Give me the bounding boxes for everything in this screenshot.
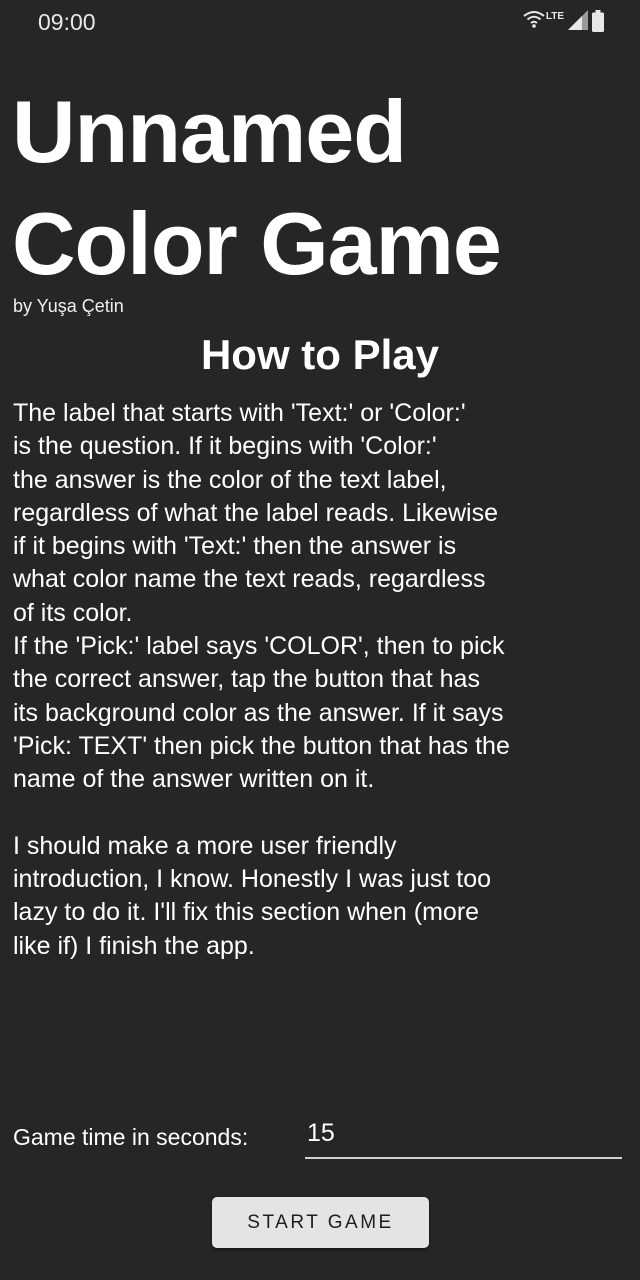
game-time-input[interactable] [305, 1115, 622, 1159]
start-game-button[interactable]: START GAME [212, 1197, 429, 1248]
status-time: 09:00 [38, 9, 96, 35]
how-to-play-heading: How to Play [200, 331, 440, 378]
instruction-line: If the 'Pick:' label says 'COLOR', then … [13, 632, 505, 661]
instruction-line [13, 797, 633, 830]
game-time-label: Game time in seconds: [13, 1124, 249, 1150]
instruction-line: regardless of what the label reads. Like… [13, 498, 498, 527]
instruction-line: lazy to do it. I'll fix this section whe… [13, 898, 480, 927]
instruction-line: I should make a more user friendly [13, 831, 397, 860]
instruction-line: name of the answer written on it. [13, 765, 375, 794]
status-bar: 09:00 LTE [0, 0, 640, 44]
instructions-text: The label that starts with 'Text:' or 'C… [13, 397, 633, 963]
app-title-line-2: Color Game [12, 194, 502, 293]
app-title: Unnamed Color Game [12, 76, 632, 300]
instruction-line: the answer is the color of the text labe… [13, 465, 447, 494]
instruction-line: if it begins with 'Text:' then the answe… [13, 532, 457, 561]
author-byline: by Yuşa Çetin [13, 296, 124, 316]
instruction-line: 'Pick: TEXT' then pick the button that h… [13, 731, 510, 760]
instruction-line: The label that starts with 'Text:' or 'C… [13, 399, 466, 427]
wifi-icon [523, 10, 545, 32]
instruction-line: is the question. If it begins with 'Colo… [13, 432, 437, 461]
instruction-line: like if) I finish the app. [13, 931, 255, 960]
instruction-line: what color name the text reads, regardle… [13, 565, 486, 594]
app-title-line-1: Unnamed [12, 82, 407, 181]
main-screen: 09:00 LTE Unnamed Color Game by Yuşa Çet… [0, 0, 640, 1280]
status-icons: LTE [523, 10, 604, 34]
instruction-line: its background color as the answer. If i… [13, 698, 504, 727]
instruction-line: the correct answer, tap the button that … [13, 665, 480, 694]
instruction-line: introduction, I know. Honestly I was jus… [13, 865, 492, 894]
network-type: LTE [545, 11, 564, 22]
instruction-line: of its color. [13, 598, 133, 627]
battery-icon [592, 10, 604, 36]
signal-icon [568, 10, 588, 34]
